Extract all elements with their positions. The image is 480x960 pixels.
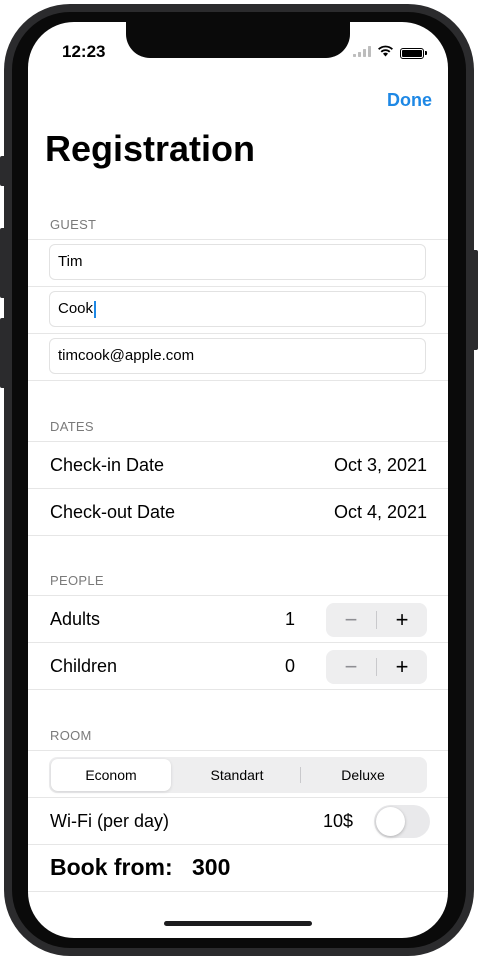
volume-down-button: [0, 318, 6, 388]
signal-icon: [353, 44, 371, 62]
check-out-label: Check-out Date: [50, 502, 176, 522]
adults-count: 1: [284, 609, 295, 629]
check-out-row[interactable]: Check-out Date Oct 4, 2021: [28, 489, 448, 535]
adults-stepper[interactable]: − +: [326, 603, 427, 637]
notch: [126, 22, 350, 58]
page-title: Registration: [45, 128, 256, 169]
toggle-knob: [376, 807, 405, 836]
divider: [28, 750, 448, 751]
done-button[interactable]: Done: [387, 90, 432, 111]
wifi-toggle[interactable]: [374, 805, 430, 838]
check-out-date-picker[interactable]: Oct 4, 2021: [334, 502, 427, 523]
divider: [28, 642, 448, 643]
book-from-label: Book from:: [50, 854, 173, 880]
divider: [28, 535, 448, 536]
first-name-field[interactable]: Tim: [49, 244, 426, 280]
home-indicator[interactable]: [164, 921, 312, 926]
divider: [28, 333, 448, 334]
divider: [28, 891, 448, 892]
text-cursor: [94, 300, 96, 318]
section-header-dates: DATES: [50, 419, 94, 434]
children-stepper[interactable]: − +: [326, 650, 427, 684]
divider: [28, 286, 448, 287]
check-in-date-picker[interactable]: Oct 3, 2021: [334, 455, 427, 476]
status-time: 12:23: [62, 42, 106, 61]
book-from-price: 300: [192, 854, 231, 880]
wifi-label: Wi-Fi (per day): [50, 811, 170, 831]
status-icons: [353, 44, 427, 62]
segment-standart[interactable]: Standart: [175, 759, 299, 791]
adults-label: Adults: [50, 609, 101, 629]
power-button: [472, 250, 478, 350]
check-in-label: Check-in Date: [50, 455, 165, 475]
segment-econom[interactable]: Econom: [51, 759, 171, 791]
children-increment-button[interactable]: +: [377, 650, 427, 684]
divider: [28, 844, 448, 845]
room-type-segmented-control[interactable]: Econom Standart Deluxe: [49, 757, 427, 793]
children-decrement-button[interactable]: −: [326, 650, 376, 684]
wifi-price: 10$: [323, 811, 354, 831]
check-in-row[interactable]: Check-in Date Oct 3, 2021: [28, 442, 448, 488]
wifi-icon: [377, 44, 394, 62]
adults-increment-button[interactable]: +: [377, 603, 427, 637]
last-name-value: Cook: [58, 300, 94, 317]
email-field[interactable]: timcook@apple.com: [49, 338, 426, 374]
section-header-room: ROOM: [50, 728, 92, 743]
battery-icon: [400, 47, 427, 59]
section-header-people: PEOPLE: [50, 573, 104, 588]
last-name-field[interactable]: Cook: [49, 291, 426, 327]
divider: [28, 689, 448, 690]
section-header-guest: GUEST: [50, 217, 97, 232]
divider: [28, 380, 448, 381]
children-label: Children: [50, 656, 118, 676]
divider: [28, 797, 448, 798]
children-count: 0: [284, 656, 295, 676]
screen: 12:23 Done Registration GUEST Tim Cook t…: [28, 22, 448, 938]
divider: [28, 595, 448, 596]
mute-switch: [0, 156, 6, 186]
adults-decrement-button[interactable]: −: [326, 603, 376, 637]
divider: [28, 239, 448, 240]
segment-deluxe[interactable]: Deluxe: [301, 759, 425, 791]
volume-up-button: [0, 228, 6, 298]
